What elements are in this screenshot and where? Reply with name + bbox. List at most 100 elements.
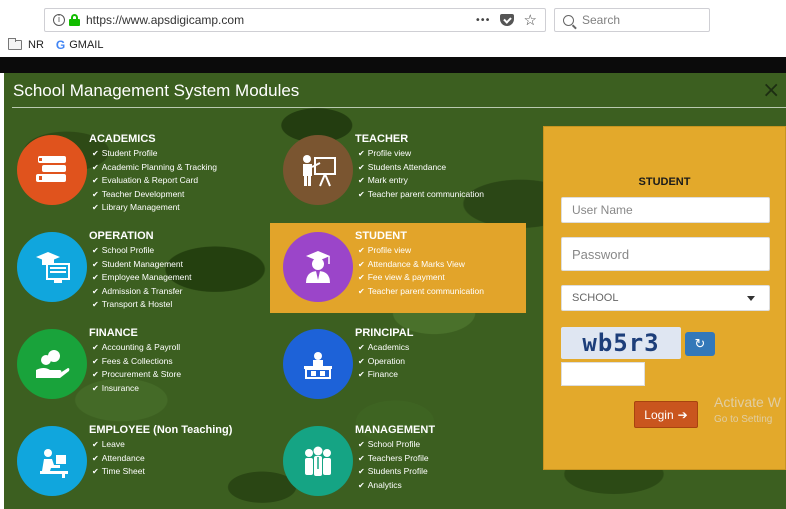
teacher-feature-list: Profile view Students Attendance Mark en… — [358, 147, 484, 201]
password-field[interactable]: Password — [561, 237, 770, 271]
student-graduate-icon — [306, 251, 330, 283]
list-item: Insurance — [92, 382, 181, 396]
list-item: Student Management — [92, 258, 191, 272]
pocket-icon[interactable] — [499, 14, 514, 26]
modules-modal: School Management System Modules × ACADE… — [4, 73, 786, 509]
module-name-employee[interactable]: EMPLOYEE (Non Teaching) — [89, 424, 232, 436]
group-icon — [305, 446, 331, 476]
login-button-label: Login — [644, 407, 674, 422]
modal-title: School Management System Modules — [13, 81, 300, 100]
student-module-icon[interactable] — [283, 232, 353, 302]
list-item: Operation — [358, 355, 409, 369]
list-item: Academics — [358, 341, 410, 355]
list-item: Accounting & Payroll — [92, 341, 181, 355]
page-actions-icon[interactable]: ••• — [475, 15, 491, 26]
list-item: Finance — [358, 368, 409, 382]
chevron-down-icon — [747, 296, 755, 301]
arrow-right-icon: ➔ — [677, 407, 688, 422]
employee-feature-list: Leave Attendance Time Sheet — [92, 438, 145, 479]
finance-feature-list: Accounting & Payroll Fees & Collections … — [92, 341, 181, 395]
graduate-computer-icon — [36, 252, 70, 283]
address-bar[interactable]: i https://www.apsdigicamp.com ••• ☆ — [44, 8, 546, 32]
employee-module-icon[interactable] — [17, 426, 87, 496]
books-icon — [36, 156, 66, 182]
list-item: Time Sheet — [92, 465, 145, 479]
captcha-image: wb5r3 — [561, 327, 681, 359]
bookmark-nr[interactable]: NR — [28, 39, 44, 51]
google-icon: G — [55, 38, 66, 52]
operation-feature-list: School Profile Student Management Employ… — [92, 244, 192, 312]
principal-module-icon[interactable] — [283, 329, 353, 399]
list-item: Student Profile — [92, 147, 217, 161]
list-item: Fee view & payment — [358, 271, 484, 285]
bookmark-gmail[interactable]: GMAIL — [69, 39, 103, 51]
list-item: School Profile — [358, 438, 429, 452]
operation-module-icon[interactable] — [17, 232, 87, 302]
module-name-finance[interactable]: FINANCE — [89, 327, 138, 339]
list-item: Analytics — [358, 479, 429, 493]
search-placeholder: Search — [582, 13, 621, 27]
username-field[interactable]: User Name — [561, 197, 770, 223]
info-icon[interactable]: i — [53, 14, 65, 26]
password-placeholder: Password — [572, 246, 630, 262]
management-module-icon[interactable] — [283, 426, 353, 496]
list-item: Teacher parent communication — [358, 285, 484, 299]
academics-module-icon[interactable] — [17, 135, 87, 205]
module-name-teacher[interactable]: TEACHER — [355, 133, 408, 145]
academics-feature-list: Student Profile Academic Planning & Trac… — [92, 147, 217, 215]
list-item: Attendance — [92, 452, 145, 466]
list-item: Academic Planning & Tracking — [92, 161, 217, 175]
student-feature-list: Profile view Attendance & Marks View Fee… — [358, 244, 484, 298]
captcha-input[interactable] — [561, 362, 645, 386]
list-item: Evaluation & Report Card — [92, 174, 217, 188]
principal-desk-icon — [304, 352, 332, 379]
principal-feature-list: Academics Operation Finance — [358, 341, 410, 382]
module-name-management[interactable]: MANAGEMENT — [355, 424, 435, 436]
bookmark-star-icon[interactable]: ☆ — [524, 11, 537, 29]
refresh-captcha-button[interactable]: ↻ — [685, 332, 715, 356]
list-item: Employee Management — [92, 271, 192, 285]
login-button[interactable]: Login ➔ — [634, 401, 698, 428]
folder-icon — [8, 38, 22, 50]
management-feature-list: School Profile Teachers Profile Students… — [358, 438, 429, 492]
list-item: Transport & Hostel — [92, 298, 191, 312]
teacher-module-icon[interactable] — [283, 135, 353, 205]
list-item: Attendance & Marks View — [358, 258, 484, 272]
school-select[interactable]: SCHOOL — [561, 285, 770, 311]
username-placeholder: User Name — [572, 203, 633, 217]
list-item: Teacher parent communication — [358, 188, 484, 202]
bookmarks-toolbar: NR G GMAIL — [8, 37, 103, 53]
money-hand-icon — [36, 350, 70, 378]
module-name-academics[interactable]: ACADEMICS — [89, 133, 156, 145]
teacher-board-icon — [303, 155, 336, 187]
list-item: Teacher Development — [92, 188, 217, 202]
list-item: Fees & Collections — [92, 355, 181, 369]
list-item: Students Attendance — [358, 161, 484, 175]
list-item: Procurement & Store — [92, 368, 181, 382]
page-header-strip — [0, 57, 786, 73]
search-box[interactable]: Search — [554, 8, 710, 32]
divider — [12, 107, 786, 108]
lock-icon — [69, 14, 80, 26]
module-name-student[interactable]: STUDENT — [355, 230, 407, 242]
school-select-value: SCHOOL — [572, 292, 619, 304]
login-heading: STUDENT — [638, 176, 691, 188]
list-item: Admission & Transfer — [92, 285, 191, 299]
list-item: Mark entry — [358, 174, 484, 188]
module-name-principal[interactable]: PRINCIPAL — [355, 327, 413, 339]
module-name-operation[interactable]: OPERATION — [89, 230, 154, 242]
list-item: Profile view — [358, 244, 484, 258]
activation-watermark: Activate W Go to Setting — [714, 394, 781, 425]
list-item: Leave — [92, 438, 145, 452]
list-item: School Profile — [92, 244, 191, 258]
url-text[interactable]: https://www.apsdigicamp.com — [86, 13, 475, 27]
finance-module-icon[interactable] — [17, 329, 87, 399]
captcha-text: wb5r3 — [582, 329, 660, 357]
list-item: Profile view — [358, 147, 484, 161]
employee-desk-icon — [40, 449, 68, 478]
list-item: Library Management — [92, 201, 217, 215]
list-item: Teachers Profile — [358, 452, 429, 466]
close-icon[interactable]: × — [762, 79, 780, 103]
search-icon — [563, 14, 574, 26]
list-item: Students Profile — [358, 465, 429, 479]
